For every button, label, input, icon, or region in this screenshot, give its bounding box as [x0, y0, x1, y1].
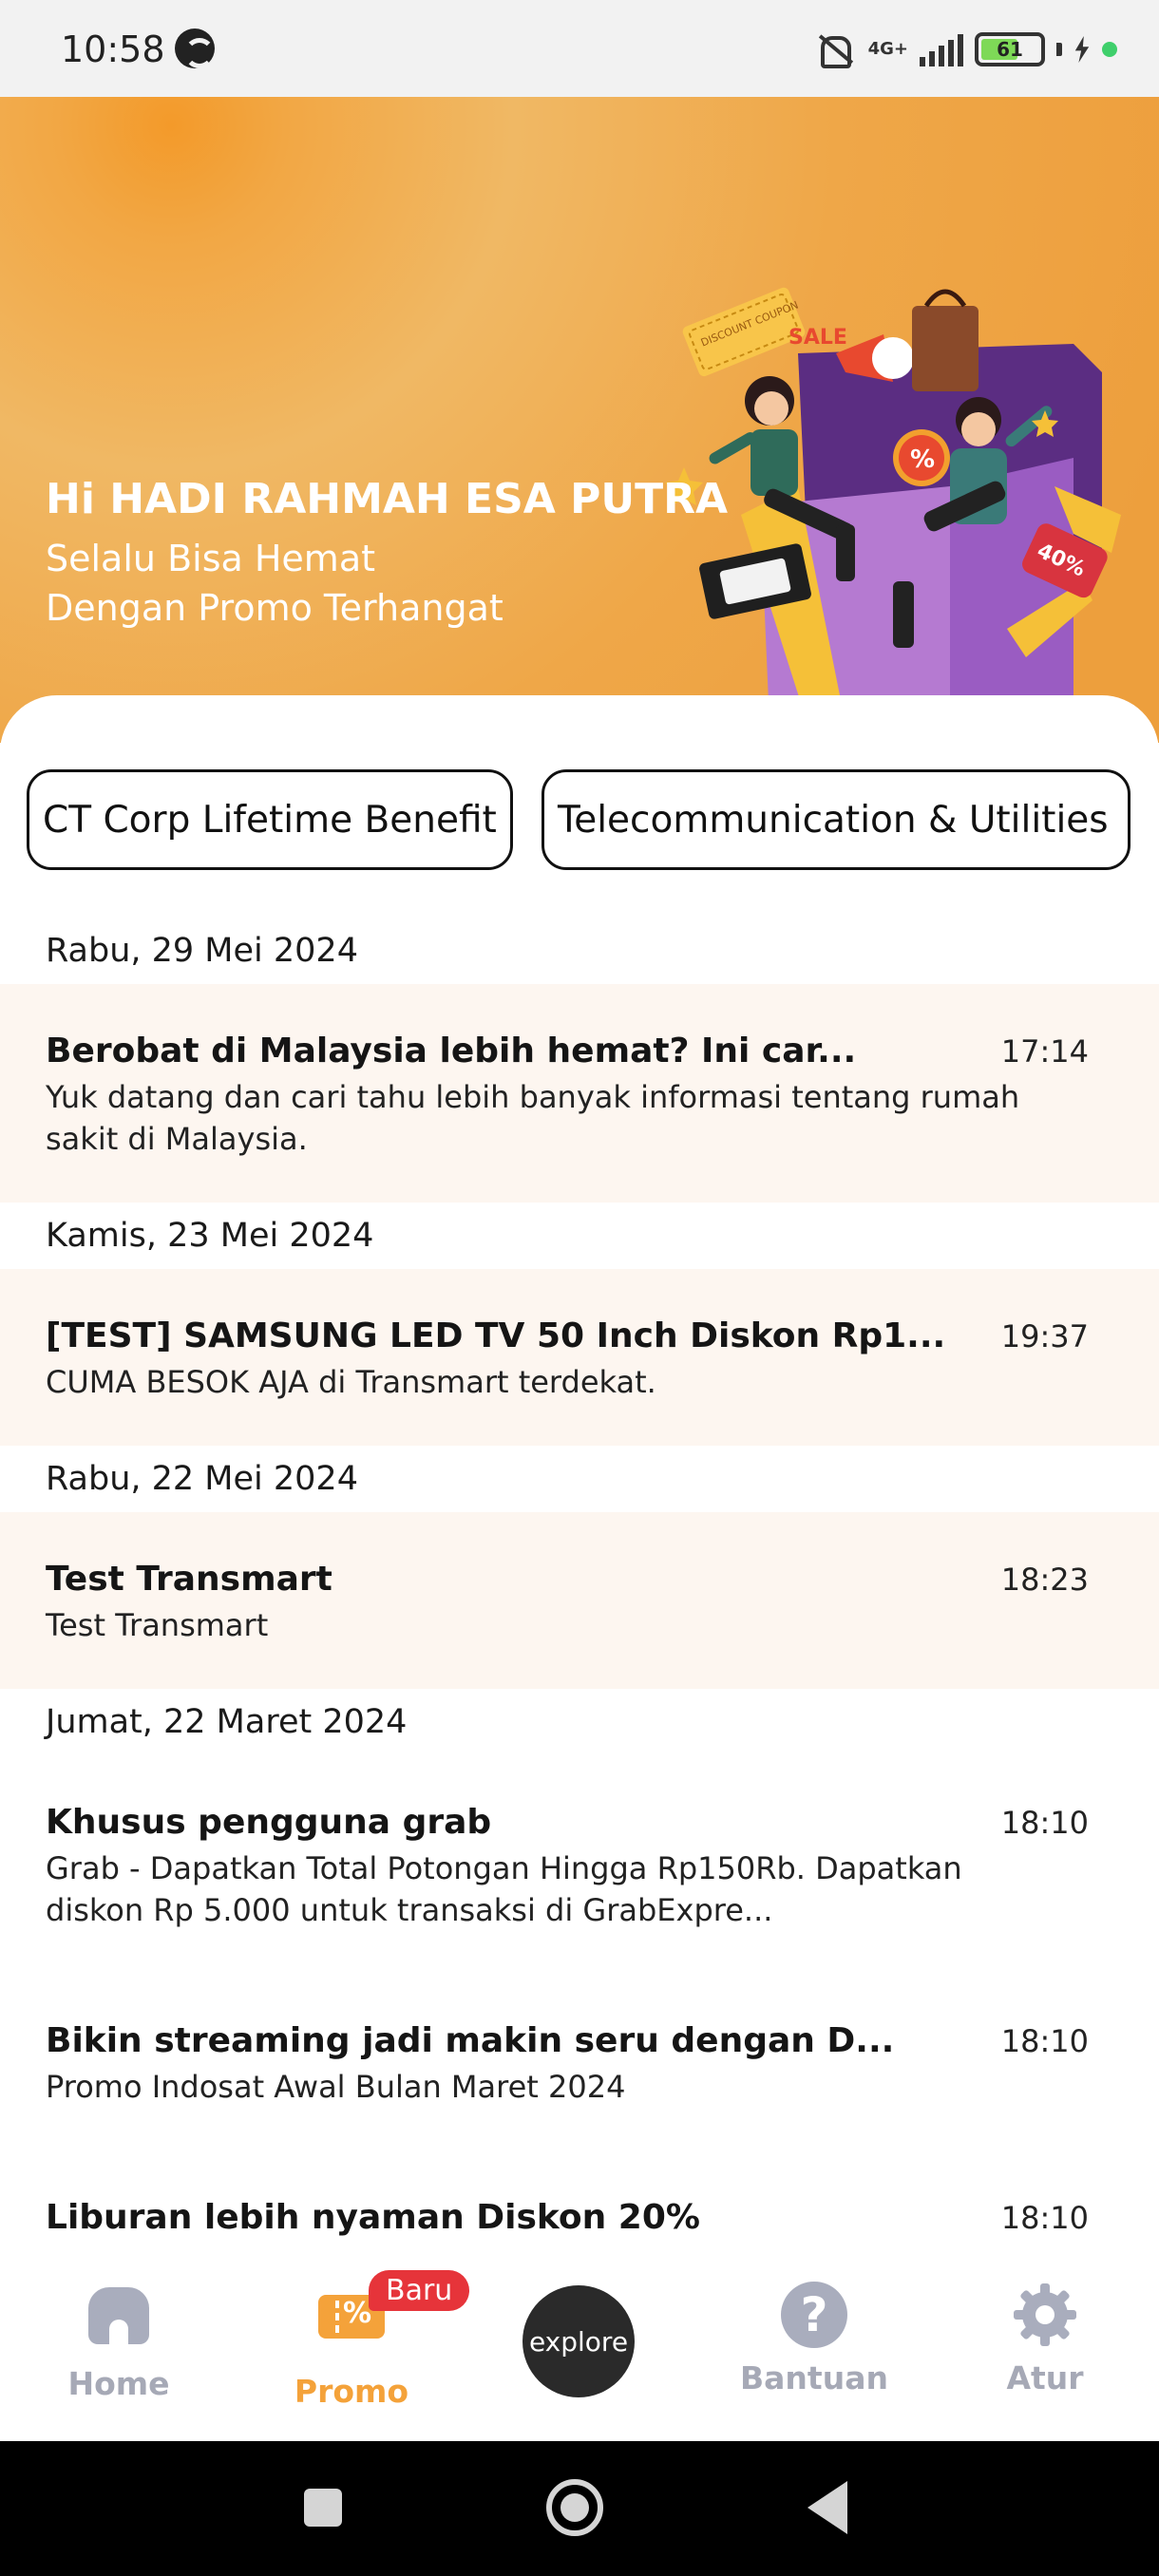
back-icon[interactable]	[808, 2481, 847, 2534]
battery-tip	[1056, 43, 1062, 56]
notification-item[interactable]: [TEST] SAMSUNG LED TV 50 Inch Diskon Rp1…	[0, 1269, 1159, 1446]
svg-text:%: %	[910, 445, 935, 474]
greeting-tagline: Selalu Bisa Hemat Dengan Promo Terhangat	[46, 534, 504, 633]
notification-title: Khusus pengguna grab	[46, 1803, 492, 1842]
charging-icon	[1074, 36, 1090, 63]
notification-time: 18:10	[1000, 2200, 1089, 2236]
notification-title: Berobat di Malaysia lebih hemat? Ini car…	[46, 1032, 857, 1070]
nav-promo-label: Promo	[294, 2373, 409, 2410]
notification-time: 18:10	[1000, 2023, 1089, 2059]
notification-item[interactable]: Khusus pengguna grab Grab - Dapatkan Tot…	[0, 1755, 1159, 1974]
battery-level: 61	[997, 38, 1023, 61]
status-time: 10:58	[61, 28, 165, 70]
promo-sheet: CT Corp Lifetime Benefit Telecommunicati…	[0, 695, 1159, 2272]
gift-box-illustration: DISCOUNT COUPON SALE % 40%	[665, 287, 1121, 724]
date-header: Rabu, 22 Mei 2024	[46, 1460, 358, 1498]
explore-button[interactable]: explore	[522, 2285, 635, 2397]
nav-help-label: Bantuan	[740, 2359, 888, 2396]
category-chips: CT Corp Lifetime Benefit Telecommunicati…	[27, 769, 1130, 870]
notification-time: 17:14	[1000, 1033, 1089, 1070]
home-icon	[86, 2287, 152, 2354]
notification-time: 19:37	[1000, 1318, 1089, 1354]
nav-promo[interactable]: Baru Promo	[256, 2270, 470, 2424]
sale-text: SALE	[788, 326, 847, 350]
status-bar: 10:58 4G+ 61	[0, 0, 1159, 97]
notification-title: Bikin streaming jadi makin seru dengan D…	[46, 2021, 895, 2060]
sync-icon	[175, 28, 215, 68]
chip-telecommunication-utilities[interactable]: Telecommunication & Utilities	[542, 769, 1130, 870]
recent-apps-icon[interactable]	[304, 2489, 342, 2527]
tagline-line-1: Selalu Bisa Hemat	[46, 538, 376, 579]
system-navigation-bar	[0, 2441, 1159, 2576]
gear-icon	[1012, 2282, 1078, 2348]
notification-title: [TEST] SAMSUNG LED TV 50 Inch Diskon Rp1…	[46, 1316, 946, 1355]
chip-ct-corp-lifetime-benefit[interactable]: CT Corp Lifetime Benefit	[27, 769, 513, 870]
privacy-dot-icon	[1102, 42, 1117, 57]
new-badge: Baru	[369, 2270, 470, 2311]
help-icon: ?	[781, 2282, 847, 2348]
greeting-title: Hi HADI RAHMAH ESA PUTRA	[46, 475, 729, 523]
tagline-line-2: Dengan Promo Terhangat	[46, 587, 504, 629]
notification-time: 18:10	[1000, 1805, 1089, 1841]
home-button-icon[interactable]	[546, 2479, 603, 2536]
date-header: Rabu, 29 Mei 2024	[46, 932, 358, 970]
notification-feed: Rabu, 29 Mei 2024 Berobat di Malaysia le…	[0, 918, 1159, 2272]
notification-item[interactable]: Bikin streaming jadi makin seru dengan D…	[0, 1974, 1159, 2150]
notification-item[interactable]: Test Transmart Test Transmart 18:23	[0, 1512, 1159, 1689]
network-type: 4G+	[867, 39, 908, 59]
bottom-navigation: Home Baru Promo explore ? Bantuan Atur	[0, 2261, 1159, 2441]
nav-settings[interactable]: Atur	[950, 2282, 1140, 2424]
status-indicators: 4G+ 61	[811, 27, 1117, 72]
battery-icon: 61	[975, 32, 1045, 66]
notification-title: Test Transmart	[46, 1560, 332, 1599]
mute-icon	[811, 30, 857, 68]
signal-icon	[920, 32, 963, 66]
nav-settings-label: Atur	[1006, 2359, 1084, 2396]
promo-banner: DISCOUNT COUPON SALE % 40% Hi HADI RAHMA…	[0, 97, 1159, 743]
nav-home-label: Home	[67, 2365, 170, 2402]
notification-body: Grab - Dapatkan Total Potongan Hingga Rp…	[46, 1850, 962, 1928]
notification-time: 18:23	[1000, 1562, 1089, 1598]
nav-home[interactable]: Home	[24, 2282, 214, 2424]
notification-body: Promo Indosat Awal Bulan Maret 2024	[46, 2069, 626, 2105]
notification-body: CUMA BESOK AJA di Transmart terdekat.	[46, 1364, 656, 1400]
notification-title: Liburan lebih nyaman Diskon 20%	[46, 2198, 700, 2237]
notification-item[interactable]: Berobat di Malaysia lebih hemat? Ini car…	[0, 984, 1159, 1203]
date-header: Jumat, 22 Maret 2024	[46, 1703, 408, 1741]
nav-help[interactable]: ? Bantuan	[719, 2282, 909, 2424]
date-header: Kamis, 23 Mei 2024	[46, 1217, 374, 1255]
notification-item[interactable]: Liburan lebih nyaman Diskon 20% 18:10	[0, 2150, 1159, 2272]
notification-body: Test Transmart	[46, 1607, 269, 1643]
notification-body: Yuk datang dan cari tahu lebih banyak in…	[46, 1079, 1020, 1157]
